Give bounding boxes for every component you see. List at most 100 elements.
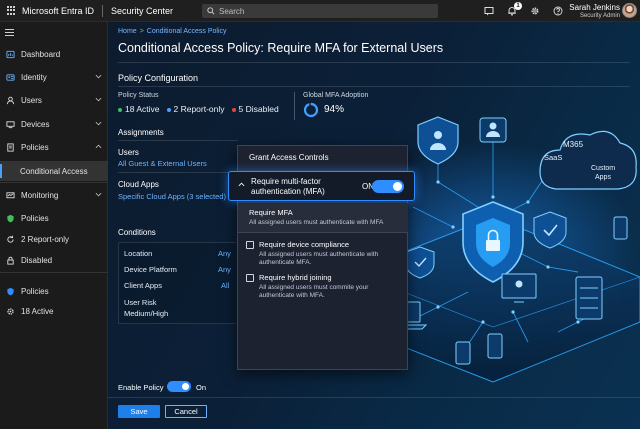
condition-client-apps-value[interactable]: All: [221, 281, 229, 290]
dashboard-icon: [5, 49, 15, 59]
chevron-down-icon[interactable]: [95, 73, 102, 80]
sidebar-item-monitoring[interactable]: Monitoring: [0, 185, 108, 205]
enable-policy-toggle[interactable]: [167, 381, 191, 392]
sidebar-item-users[interactable]: Users: [0, 90, 108, 110]
active-count[interactable]: 18 Active: [118, 104, 160, 114]
require-mfa-toggle[interactable]: [372, 180, 404, 193]
lock-icon: [5, 255, 15, 265]
custom-label: Custom: [591, 165, 615, 172]
mfa-adoption-ring: [303, 102, 319, 118]
divider: [294, 92, 295, 120]
divider: [118, 62, 630, 63]
sidebar-item-disabled[interactable]: Disabled: [0, 250, 108, 270]
chevron-down-icon[interactable]: [95, 191, 102, 198]
users-selection-link[interactable]: All Guest & External Users: [118, 159, 207, 168]
search-icon: [207, 7, 215, 15]
sidebar-item-policies-green[interactable]: Policies: [0, 208, 108, 228]
shield-icon: [5, 213, 15, 223]
sidebar: Dashboard Identity Users Devices Policie…: [0, 22, 108, 429]
saas-label: SaaS: [544, 153, 562, 162]
breadcrumb-current[interactable]: Conditional Access Policy: [147, 28, 227, 35]
chevron-down-icon[interactable]: [95, 96, 102, 103]
brand-name[interactable]: Microsoft Entra ID: [22, 6, 94, 16]
sidebar-item-identity[interactable]: Identity: [0, 67, 108, 87]
user-role: Security Admin: [579, 13, 620, 19]
top-icons: 1: [483, 2, 564, 17]
app-launcher-icon[interactable]: [7, 6, 16, 15]
report-only-count[interactable]: 2 Report-only: [166, 104, 225, 114]
chevron-up-icon[interactable]: [238, 181, 245, 188]
refresh-icon: [5, 234, 15, 244]
apps-label: Apps: [595, 174, 611, 181]
policy-status-row: 18 Active 2 Report-only 5 Disabled: [118, 104, 279, 114]
sidebar-item-label: 18 Active: [21, 306, 54, 316]
report-only-label: 2 Report-only: [173, 104, 225, 114]
notification-bell-icon[interactable]: 1: [506, 2, 522, 17]
condition-client-apps-label[interactable]: Client Apps: [124, 281, 162, 290]
grant-panel-title: Grant Access Controls: [249, 153, 329, 162]
shield-icon: [5, 286, 15, 296]
require-hybrid-joining-checkbox[interactable]: [246, 274, 254, 282]
active-label: 18 Active: [125, 104, 160, 114]
identity-icon: [5, 72, 15, 82]
more-options-icon[interactable]: ···: [419, 42, 432, 53]
search-input[interactable]: [219, 6, 419, 16]
sidebar-item-dashboard[interactable]: Dashboard: [0, 44, 108, 64]
user-account[interactable]: Sarah Jenkins Security Admin: [569, 3, 620, 21]
menu-hamburger-icon[interactable]: [5, 29, 14, 38]
mfa-adoption-label: Global MFA Adoption: [303, 92, 369, 99]
condition-device-platform-label[interactable]: Device Platform: [124, 265, 177, 274]
require-hybrid-joining-title[interactable]: Require hybrid joining: [259, 273, 332, 282]
policy-status-label: Policy Status: [118, 92, 159, 99]
condition-user-risk-label[interactable]: User Risk Medium/High: [124, 297, 168, 319]
avatar[interactable]: [622, 3, 637, 18]
require-device-compliance-desc: All assigned users must authenticate wit…: [259, 251, 379, 266]
monitoring-icon: [5, 190, 15, 200]
chevron-down-icon[interactable]: [95, 120, 102, 127]
sidebar-item-label: 2 Report-only: [21, 234, 70, 244]
require-mfa-control[interactable]: Require multi-factor authentication (MFA…: [228, 171, 415, 201]
divider: [118, 86, 630, 87]
report-only-status-dot: [166, 107, 171, 112]
section-name: Security Center: [111, 5, 174, 16]
condition-location-value[interactable]: Any: [218, 249, 231, 258]
sidebar-item-policies[interactable]: Policies: [0, 137, 108, 157]
search-box[interactable]: [202, 4, 438, 18]
feedback-icon[interactable]: [483, 5, 495, 17]
m365-label: M365: [563, 140, 584, 149]
sidebar-item-active[interactable]: 18 Active: [0, 301, 108, 321]
help-icon[interactable]: [552, 5, 564, 17]
active-status-dot: [118, 107, 122, 112]
sidebar-item-label: Users: [21, 95, 42, 105]
gear-icon: [5, 306, 15, 316]
cancel-button[interactable]: Cancel: [165, 405, 207, 418]
sidebar-item-devices[interactable]: Devices: [0, 114, 108, 134]
enable-policy-state: On: [196, 383, 207, 392]
divider: [102, 4, 104, 17]
cloud-apps-selection-link[interactable]: Specific Cloud Apps (3 selected): [118, 192, 226, 201]
breadcrumb-separator: >: [139, 28, 144, 35]
save-button[interactable]: Save: [118, 405, 160, 418]
sidebar-item-report-only[interactable]: 2 Report-only: [0, 229, 108, 249]
breadcrumb-home[interactable]: Home: [118, 28, 137, 35]
main-content: M365 SaaS Custom Apps Home > Conditional A…: [108, 22, 640, 429]
sidebar-item-label: Policies: [21, 142, 49, 152]
assignments-title: Assignments: [118, 128, 164, 137]
user-name: Sarah Jenkins: [569, 3, 620, 12]
require-mfa-option[interactable]: Require MFA All assigned users must auth…: [238, 203, 408, 233]
user-icon: [5, 95, 15, 105]
sidebar-item-conditional-access[interactable]: Conditional Access: [0, 161, 108, 181]
sidebar-item-label: Devices: [21, 119, 50, 129]
policy-configuration-title: Policy Configuration: [118, 73, 199, 83]
require-device-compliance-checkbox[interactable]: [246, 241, 254, 249]
policy-icon: [5, 142, 15, 152]
settings-gear-icon[interactable]: [529, 5, 541, 17]
sidebar-item-label: Disabled: [21, 255, 53, 265]
sidebar-item-policies-blue[interactable]: Policies: [0, 281, 108, 301]
condition-device-platform-value[interactable]: Any: [218, 265, 231, 274]
disabled-count[interactable]: 5 Disabled: [231, 104, 279, 114]
sidebar-item-label: Policies: [21, 213, 49, 223]
chevron-up-icon[interactable]: [95, 143, 102, 150]
condition-location-label[interactable]: Location: [124, 249, 152, 258]
require-device-compliance-title[interactable]: Require device compliance: [259, 240, 349, 249]
